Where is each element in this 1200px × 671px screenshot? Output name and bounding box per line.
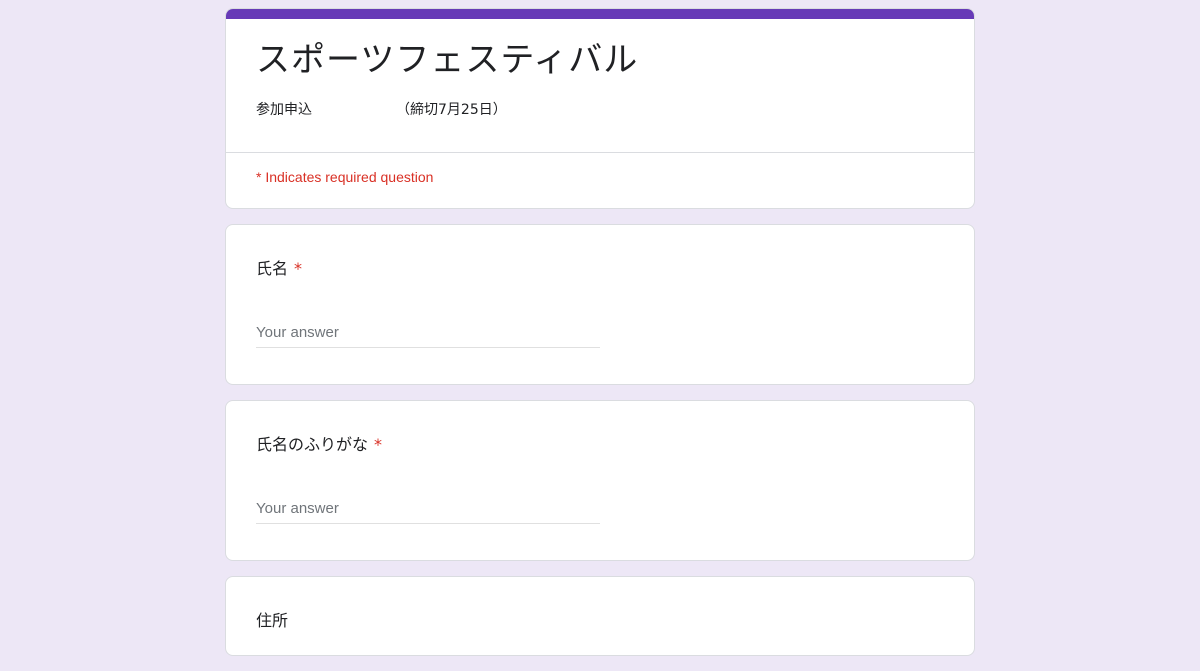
accent-bar: [226, 9, 974, 19]
question-card-address: 住所: [225, 576, 975, 656]
question-title: 住所: [256, 607, 288, 631]
form-title: スポーツフェスティバル: [256, 40, 639, 80]
name-answer-input[interactable]: [256, 317, 600, 348]
required-star: *: [294, 259, 303, 278]
question-label: 住所: [256, 611, 289, 630]
header-divider: [226, 152, 974, 153]
form-container: スポーツフェスティバル 参加申込 （締切7月25日） * Indicates r…: [225, 8, 975, 671]
question-card-furigana: 氏名のふりがな *: [225, 400, 975, 561]
question-label: 氏名: [256, 259, 289, 278]
question-title: 氏名 *: [256, 255, 302, 279]
question-label: 氏名のふりがな: [256, 435, 369, 454]
description-deadline: （締切7月25日）: [396, 102, 507, 118]
required-star: *: [374, 435, 383, 454]
form-header-card: スポーツフェスティバル 参加申込 （締切7月25日） * Indicates r…: [225, 8, 975, 209]
required-note: * Indicates required question: [256, 169, 434, 185]
form-description: 参加申込 （締切7月25日）: [256, 99, 974, 119]
question-title: 氏名のふりがな *: [256, 431, 382, 455]
question-card-name: 氏名 *: [225, 224, 975, 385]
furigana-answer-input[interactable]: [256, 493, 600, 524]
description-left: 参加申込: [256, 102, 312, 118]
